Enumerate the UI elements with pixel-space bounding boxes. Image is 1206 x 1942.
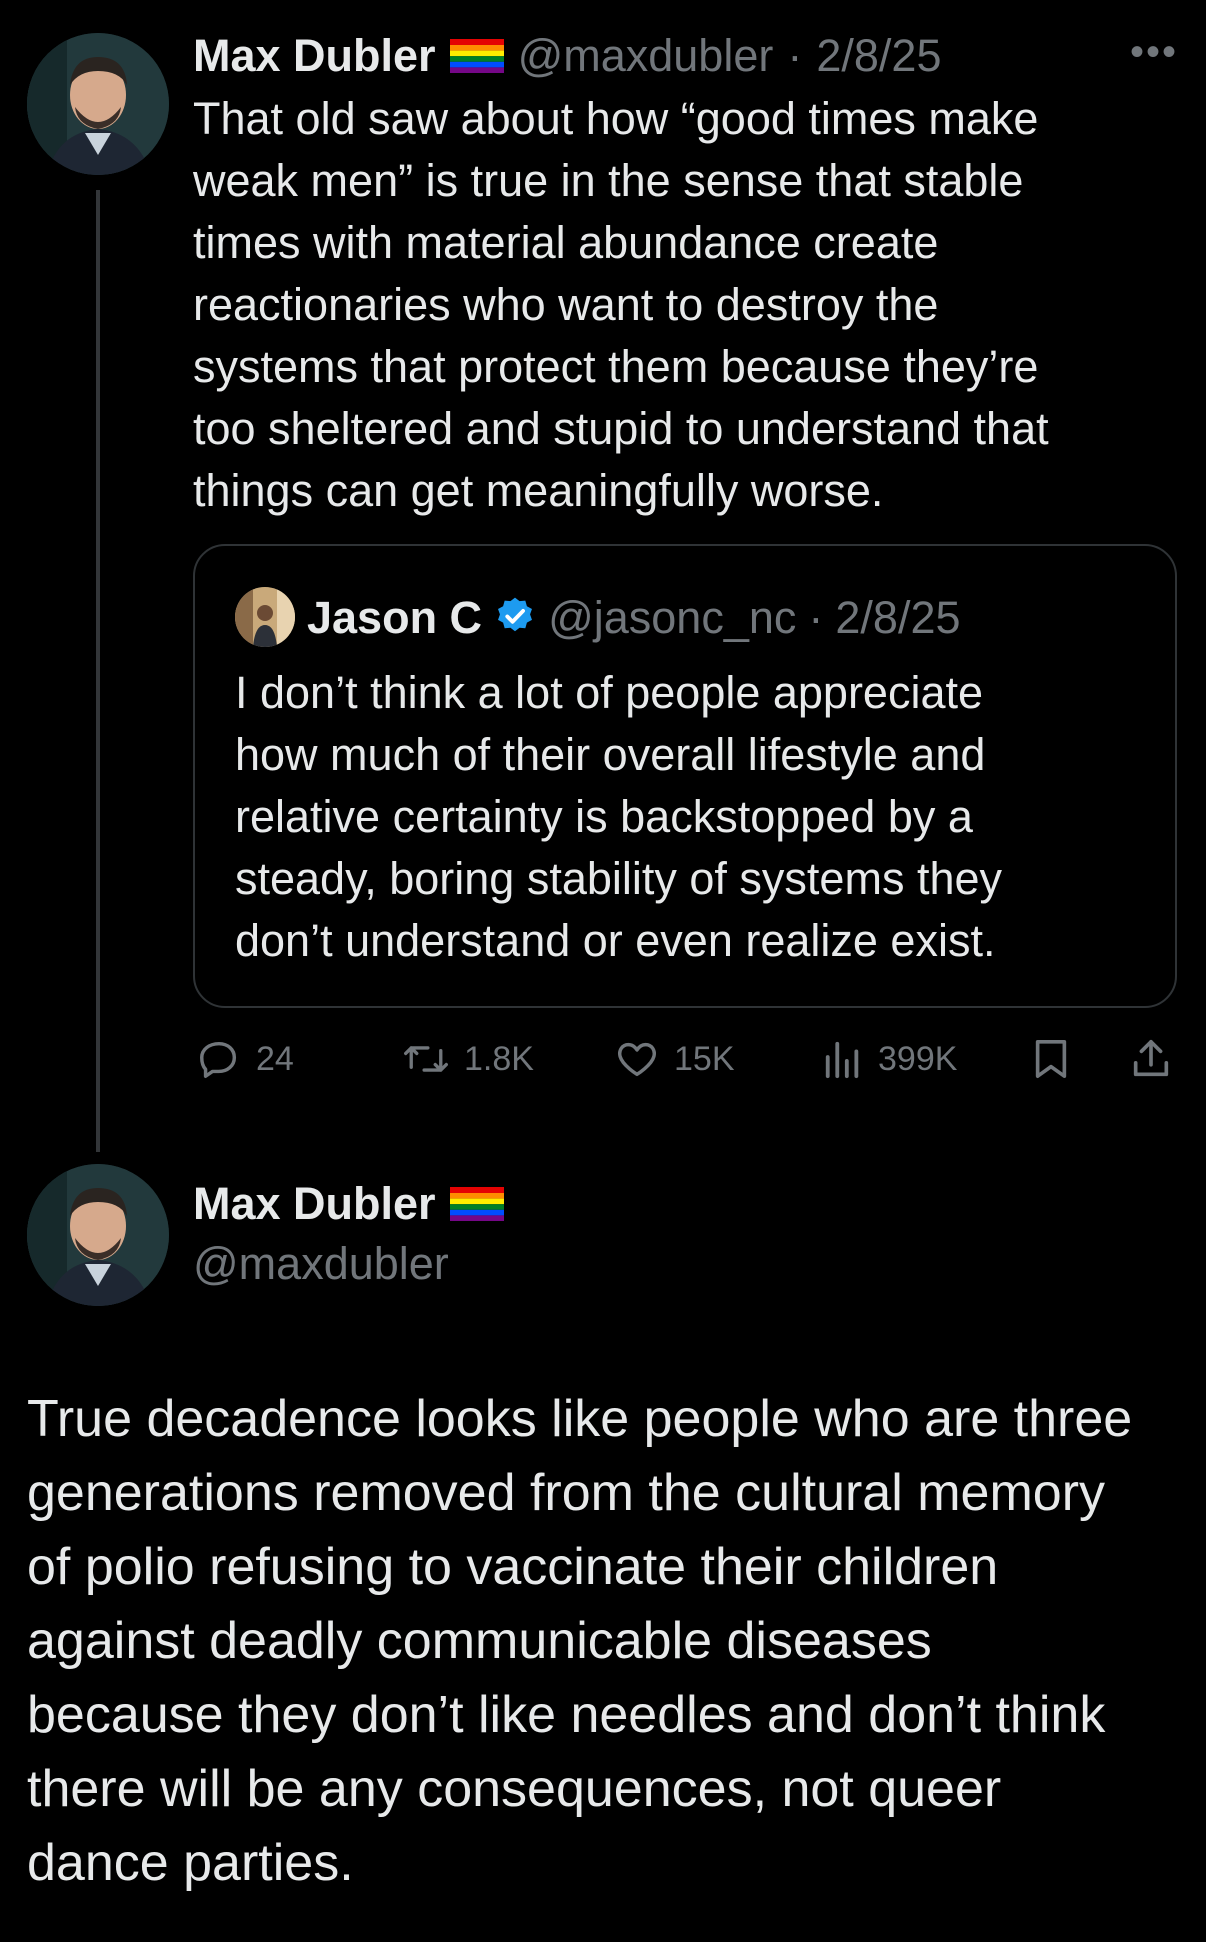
repost-button[interactable]: 1.8K (402, 1036, 534, 1082)
tweet2-line: dance parties. (27, 1834, 354, 1892)
quote-line: relative certainty is backstopped by a (235, 791, 973, 842)
share-icon (1128, 1036, 1174, 1082)
author-handle[interactable]: @maxdubler (518, 30, 774, 82)
quote-date[interactable]: 2/8/25 (835, 592, 960, 644)
separator-dot: · (787, 30, 803, 81)
tweet2-line: generations removed from the cultural me… (27, 1464, 1106, 1522)
tweet2-header: Max Dubler (193, 1176, 504, 1232)
share-button[interactable] (1128, 1036, 1174, 1082)
tweet1-text: That old saw about how “good times make … (193, 88, 1173, 522)
quote-line: steady, boring stability of systems they (235, 853, 1002, 904)
views-button[interactable]: 399K (822, 1036, 957, 1082)
author-name[interactable]: Max Dubler (193, 1178, 436, 1230)
verified-badge-icon (494, 595, 536, 642)
tweet1-line: reactionaries who want to destroy the (193, 279, 939, 330)
views-icon (822, 1036, 864, 1082)
bookmark-button[interactable] (1030, 1036, 1072, 1082)
tweet1-line: systems that protect them because they’r… (193, 341, 1039, 392)
avatar-max-dubler[interactable] (27, 33, 169, 175)
quote-line: I don’t think a lot of people appreciate (235, 667, 984, 718)
separator-dot: · (808, 592, 824, 643)
author-name[interactable]: Max Dubler (193, 30, 436, 82)
thread-connector-line (96, 190, 100, 1152)
like-count: 15K (674, 1039, 735, 1078)
repost-icon (402, 1036, 450, 1082)
tweet1-line: weak men” is true in the sense that stab… (193, 155, 1024, 206)
rainbow-flag-icon (449, 1187, 504, 1221)
views-count: 399K (878, 1039, 958, 1078)
repost-count: 1.8K (464, 1039, 534, 1078)
quote-line: don’t understand or even realize exist. (235, 915, 996, 966)
quote-text: I don’t think a lot of people appreciate… (235, 662, 1155, 972)
tweet2-line: there will be any consequences, not quee… (27, 1760, 1002, 1818)
tweet2-line: True decadence looks like people who are… (27, 1390, 1133, 1448)
tweet1-line: times with material abundance create (193, 217, 939, 268)
avatar-max-dubler[interactable] (27, 1164, 169, 1306)
bookmark-icon (1030, 1036, 1072, 1082)
quote-line: how much of their overall lifestyle and (235, 729, 986, 780)
avatar-jason-c[interactable] (235, 587, 295, 647)
reply-icon (196, 1036, 242, 1082)
author-handle[interactable]: @maxdubler (193, 1238, 449, 1290)
rainbow-flag-icon (449, 39, 504, 73)
tweet1-line: That old saw about how “good times make (193, 93, 1039, 144)
tweet2-line: of polio refusing to vaccinate their chi… (27, 1538, 999, 1596)
quote-author-name[interactable]: Jason C (307, 592, 482, 644)
tweet1-line: too sheltered and stupid to understand t… (193, 403, 1049, 454)
like-button[interactable]: 15K (614, 1036, 735, 1082)
tweet2-line: against deadly communicable diseases (27, 1612, 932, 1670)
quote-author-handle[interactable]: @jasonc_nc (548, 592, 796, 644)
tweet1-header: Max Dubler @maxdubler · 2/8/25 (193, 28, 941, 84)
reply-count: 24 (256, 1039, 294, 1078)
quote-header: Jason C @jasonc_nc · 2/8/25 (307, 590, 961, 646)
tweet2-text: True decadence looks like people who are… (27, 1382, 1197, 1900)
reply-button[interactable]: 24 (196, 1036, 294, 1082)
tweet1-line: things can get meaningfully worse. (193, 465, 884, 516)
tweet-date[interactable]: 2/8/25 (816, 30, 941, 82)
more-icon[interactable]: ••• (1130, 30, 1178, 75)
like-icon (614, 1036, 660, 1082)
tweet2-line: because they don’t like needles and don’… (27, 1686, 1106, 1744)
